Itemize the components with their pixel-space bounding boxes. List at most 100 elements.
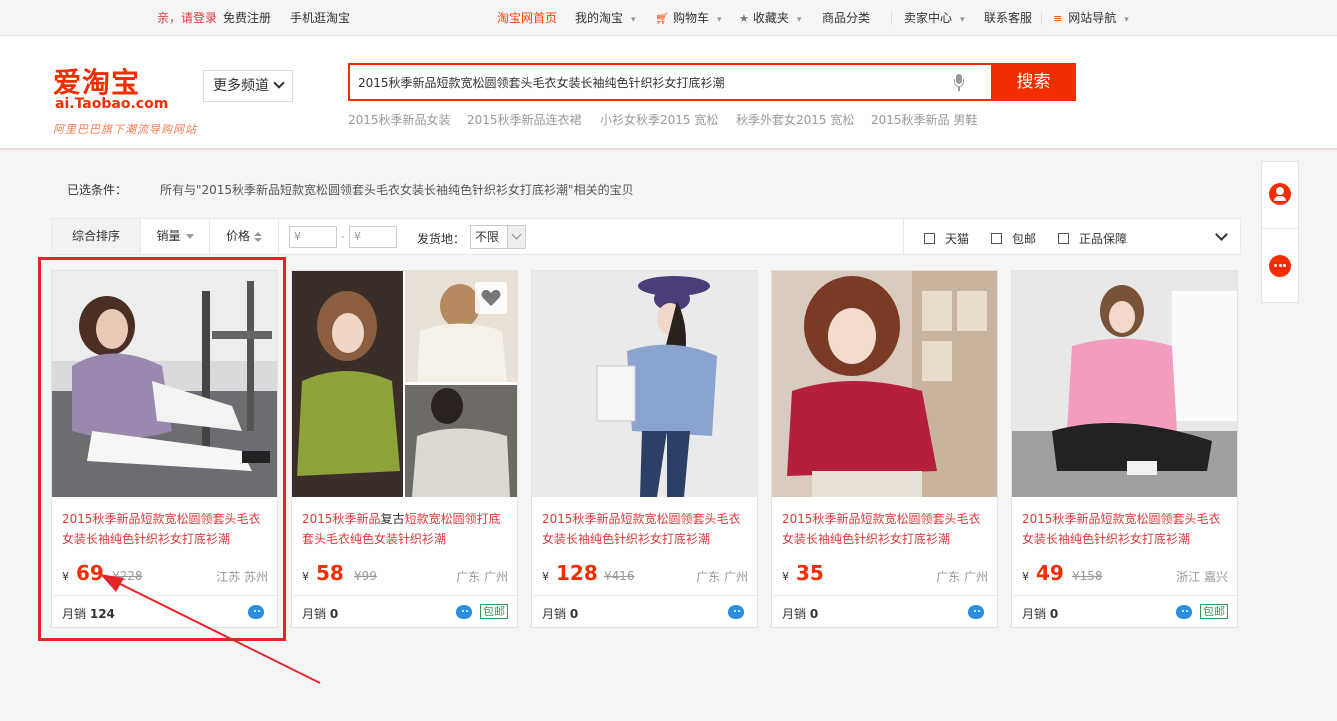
filter-tmall[interactable]: 天猫 — [924, 230, 969, 247]
more-channels-label: 更多频道 — [213, 78, 269, 94]
conditions-text: 所有与"2015秋季新品短款宽松圆领套头毛衣女装长袖纯色针织衫女打底衫潮"相关的… — [160, 181, 634, 198]
seller-center-menu[interactable]: 卖家中心 ▾ — [904, 11, 965, 27]
sales-count: 0 — [810, 607, 818, 621]
product-image[interactable] — [532, 271, 757, 497]
product-title[interactable]: 2015秋季新品短款宽松圆领套头毛衣女装长袖纯色针织衫女打底衫潮 — [1022, 509, 1228, 549]
filter-free-shipping-label: 包邮 — [1012, 232, 1036, 246]
product-title[interactable]: 2015秋季新品短款宽松圆领套头毛衣女装长袖纯色针织衫女打底衫潮 — [542, 509, 748, 549]
price-max-input[interactable]: ¥ — [349, 226, 397, 248]
chevron-down-icon: ▾ — [797, 15, 802, 25]
product-price: 35 — [796, 561, 824, 585]
my-taobao-menu[interactable]: 我的淘宝▾ — [575, 11, 636, 27]
product-title-keyword: 复古 — [381, 512, 405, 526]
product-card[interactable]: 2015秋季新品复古短款宽松圆领打底套头毛衣纯色女装针织衫潮 ¥ 58 ¥99 … — [291, 270, 518, 628]
sales-count: 124 — [90, 607, 115, 621]
product-title[interactable]: 2015秋季新品短款宽松圆领套头毛衣女装长袖纯色针织衫女打底衫潮 — [62, 509, 268, 549]
favorites-menu[interactable]: ★收藏夹▾ — [739, 11, 801, 27]
ship-from-label: 发货地： — [417, 230, 465, 247]
hot-word-link[interactable]: 秋季外套女2015 宽松 — [736, 111, 854, 128]
product-title[interactable]: 2015秋季新品复古短款宽松圆领打底套头毛衣纯色女装针织衫潮 — [302, 509, 508, 549]
filter-free-shipping[interactable]: 包邮 — [991, 230, 1036, 247]
product-image[interactable] — [292, 271, 517, 497]
sort-comprehensive[interactable]: 综合排序 — [52, 219, 141, 254]
currency-symbol: ¥ — [62, 570, 69, 583]
hot-word-link[interactable]: 2015秋季新品女装 — [348, 111, 451, 128]
categories-link[interactable]: 商品分类 — [822, 11, 870, 25]
search-button[interactable]: 搜索 — [991, 63, 1076, 101]
monthly-sales: 月销 0 — [1022, 605, 1058, 622]
product-title-text: 2015秋季新品短款宽松圆领套头毛衣女装长袖纯色针织衫女打底衫潮 — [542, 512, 741, 546]
divider — [903, 219, 904, 254]
free-shipping-badge: 包邮 — [1200, 604, 1228, 619]
wangwang-icon[interactable] — [728, 605, 744, 619]
chevron-down-icon: ▾ — [717, 15, 722, 25]
search-input[interactable] — [358, 71, 928, 93]
checkbox[interactable] — [991, 233, 1002, 244]
more-channels-dropdown[interactable]: 更多频道 — [203, 70, 293, 102]
service-link[interactable]: 联系客服 — [984, 11, 1032, 25]
hot-word-link[interactable]: 2015秋季新品 男鞋 — [871, 111, 977, 128]
chat-icon[interactable] — [1269, 255, 1291, 277]
product-image[interactable] — [52, 271, 277, 497]
logo[interactable]: 爱淘宝 — [53, 61, 140, 101]
wangwang-icon[interactable] — [248, 605, 264, 619]
product-image[interactable] — [772, 271, 997, 497]
cart-icon: 🛒︎ — [655, 12, 669, 25]
card-footer: 月销 0 包邮 — [292, 595, 517, 627]
sort-sales-label: 销量 — [156, 229, 180, 243]
product-title-text: 2015秋季新品 — [302, 512, 381, 526]
product-title[interactable]: 2015秋季新品短款宽松圆领套头毛衣女装长袖纯色针织衫女打底衫潮 — [782, 509, 988, 549]
product-location: 广东 广州 — [456, 568, 508, 585]
checkbox[interactable] — [924, 233, 935, 244]
product-card[interactable]: 2015秋季新品短款宽松圆领套头毛衣女装长袖纯色针织衫女打底衫潮 ¥ 35 广东… — [771, 270, 998, 628]
sort-sales[interactable]: 销量 — [141, 219, 210, 254]
price-dash: - — [341, 230, 345, 243]
ship-from-value: 不限 — [475, 230, 499, 244]
site-nav-menu[interactable]: ≡网站导航▾ — [1053, 11, 1129, 27]
conditions-label: 已选条件： — [67, 181, 127, 198]
monthly-sales: 月销 0 — [782, 605, 818, 622]
mobile-link[interactable]: 手机逛淘宝 — [290, 11, 350, 25]
seller-center-label: 卖家中心 — [904, 11, 952, 25]
header: 爱淘宝 ai.Taobao.com 阿里巴巴旗下潮流导购网站 更多频道 搜索 2… — [0, 37, 1337, 150]
side-rail — [1261, 161, 1299, 303]
filter-tmall-label: 天猫 — [945, 232, 969, 246]
wangwang-icon[interactable] — [1176, 605, 1192, 619]
chevron-down-icon[interactable] — [1215, 228, 1228, 241]
mic-icon[interactable] — [954, 74, 964, 92]
sales-label: 月销 — [302, 607, 326, 621]
product-card[interactable]: 2015秋季新品短款宽松圆领套头毛衣女装长袖纯色针织衫女打底衫潮 ¥ 49 ¥1… — [1011, 270, 1238, 628]
price-min-input[interactable]: ¥ — [289, 226, 337, 248]
product-price: 49 — [1036, 561, 1064, 585]
home-link[interactable]: 淘宝网首页 — [497, 11, 557, 25]
wangwang-icon[interactable] — [456, 605, 472, 619]
product-card[interactable]: 2015秋季新品短款宽松圆领套头毛衣女装长袖纯色针织衫女打底衫潮 ¥ 128 ¥… — [531, 270, 758, 628]
product-location: 广东 广州 — [696, 568, 748, 585]
product-title-text: 2015秋季新品短款宽松圆领套头毛衣女装长袖纯色针织衫女打底衫潮 — [62, 512, 261, 546]
product-image[interactable] — [1012, 271, 1237, 497]
hot-word-link[interactable]: 2015秋季新品连衣裙 — [467, 111, 582, 128]
sort-price[interactable]: 价格 — [210, 219, 279, 254]
price-row: ¥ 35 广东 广州 — [782, 561, 988, 587]
sales-count: 0 — [1050, 607, 1058, 621]
favorite-button[interactable] — [475, 282, 507, 314]
wangwang-icon[interactable] — [968, 605, 984, 619]
chevron-down-icon: ▾ — [1124, 15, 1129, 25]
card-footer: 月销 124 — [52, 595, 277, 627]
filter-genuine[interactable]: 正品保障 — [1058, 230, 1127, 247]
product-card[interactable]: 2015秋季新品短款宽松圆领套头毛衣女装长袖纯色针织衫女打底衫潮 ¥ 69 ¥2… — [51, 270, 278, 628]
star-icon: ★ — [739, 12, 749, 25]
sales-label: 月销 — [62, 607, 86, 621]
product-price: 69 — [76, 561, 104, 585]
ship-from-select[interactable]: 不限 — [470, 225, 526, 249]
currency-symbol: ¥ — [782, 570, 789, 583]
cart-menu[interactable]: 🛒︎购物车▾ — [655, 11, 722, 27]
chevron-down-icon: ▾ — [960, 15, 965, 25]
login-link[interactable]: 亲，请登录 — [157, 11, 217, 25]
register-link[interactable]: 免费注册 — [223, 11, 271, 25]
checkbox[interactable] — [1058, 233, 1069, 244]
my-taobao-label: 我的淘宝 — [575, 11, 623, 25]
currency-symbol: ¥ — [542, 570, 549, 583]
user-icon[interactable] — [1269, 183, 1291, 205]
hot-word-link[interactable]: 小衫女秋季2015 宽松 — [600, 111, 718, 128]
